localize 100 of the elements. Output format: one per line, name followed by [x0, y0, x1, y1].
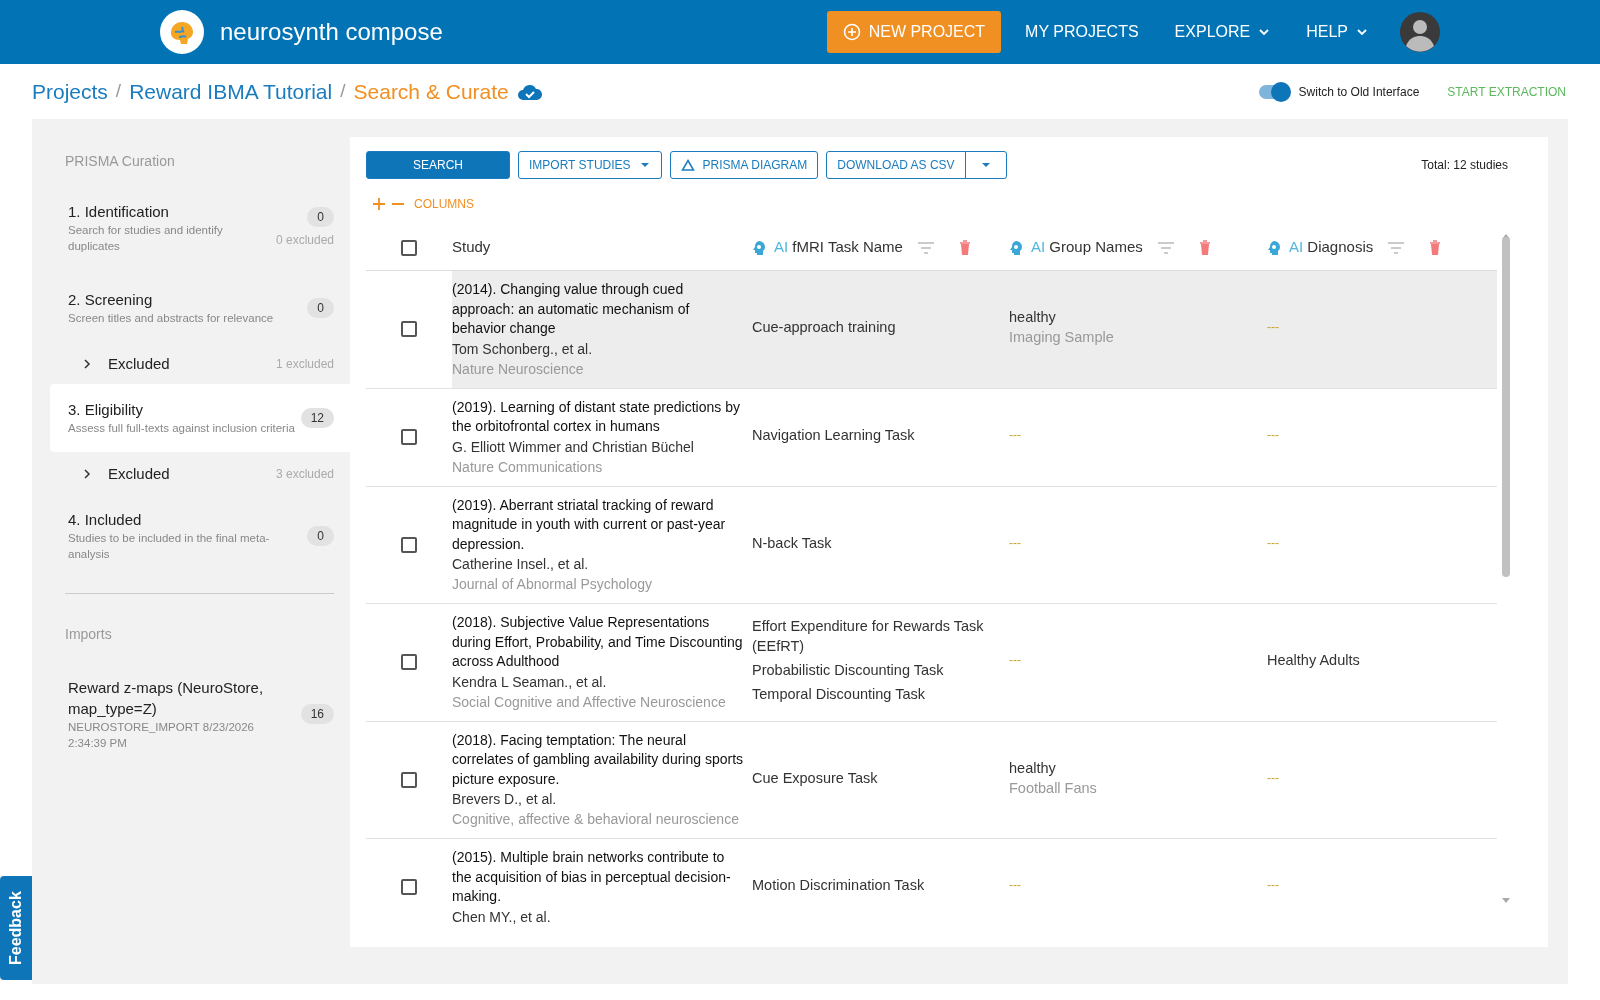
caret-icon [1356, 27, 1368, 37]
study-journal: Journal of Abnormal Psychology [452, 575, 653, 594]
prisma-step[interactable]: 2. Screening Screen titles and abstracts for relevance 0 [50, 274, 350, 342]
study-journal: Social Cognitive and Affective Neuroscience [452, 692, 727, 712]
study-authors: Catherine Insel., et al. [452, 555, 590, 574]
column-header[interactable]: AI Diagnosis [1289, 236, 1374, 259]
step-title: 1. Identification [68, 202, 170, 222]
plus-circle-icon [842, 23, 861, 41]
table-cell-text: Healthy Adults [1267, 651, 1361, 671]
study-journal: Cognitive, affective & behavioral neuroscience [452, 810, 740, 829]
section-title: Imports [64, 625, 113, 644]
step-description: Search for studies and identify duplicates [68, 223, 224, 254]
study-title[interactable]: (2019). Aberrant striatal tracking of reward magnitude in youth with current or past-year depression. [452, 495, 744, 554]
ai-head-icon [1009, 239, 1023, 256]
table-cell-text: Temporal Discounting Task [752, 685, 926, 705]
count-pill: 0 [307, 526, 334, 546]
row-checkbox[interactable] [401, 429, 417, 445]
download-csv-button[interactable]: DOWNLOAD AS CSV [826, 151, 966, 179]
row-checkbox[interactable] [401, 536, 417, 553]
empty-value: --- [1009, 534, 1022, 552]
empty-value: --- [1267, 769, 1280, 787]
row-checkbox[interactable] [401, 879, 417, 896]
section-title: PRISMA Curation [64, 152, 176, 171]
plus-minus-icon[interactable] [372, 197, 406, 211]
import-detail: NEUROSTORE_IMPORT 8/23/2026 2:34:39 PM [68, 720, 255, 751]
toolbar-button[interactable]: SEARCH [366, 151, 510, 179]
toolbar-button[interactable]: IMPORT STUDIES [518, 151, 662, 179]
nav-link[interactable]: MY PROJECTS [1011, 12, 1153, 52]
step-title: 3. Eligibility [68, 400, 145, 420]
row-checkbox[interactable] [401, 321, 417, 338]
brand-name: neurosynth compose [220, 17, 443, 47]
delete-icon[interactable] [1198, 240, 1211, 255]
empty-value: --- [1267, 534, 1280, 552]
chevron-icon [82, 359, 92, 369]
breadcrumb-separator: / [340, 79, 346, 104]
table-cell-text: Cue Exposure Task [752, 768, 879, 788]
toolbar-button[interactable]: PRISMA DIAGRAM [669, 151, 819, 179]
study-authors: G. Elliott Wimmer and Christian Büchel [452, 437, 695, 457]
toggle-switch[interactable] [1258, 84, 1289, 99]
delete-icon[interactable] [958, 240, 971, 255]
count-pill: 0 [307, 207, 334, 227]
dropdown-button[interactable] [964, 151, 1007, 179]
column-header[interactable]: Study [452, 236, 491, 259]
count-pill: 0 [307, 298, 334, 318]
prisma-step[interactable]: 3. Eligibility Assess full full-texts against inclusion criteria 12 [50, 384, 350, 452]
row-checkbox[interactable] [401, 654, 417, 671]
delete-icon[interactable] [1429, 240, 1442, 255]
cell-detail: Football Fans [1009, 778, 1098, 798]
triangle-icon [680, 159, 695, 171]
table-cell-text: Motion Discrimination Task [752, 876, 926, 896]
empty-value: --- [1267, 427, 1280, 444]
step-title: 2. Screening [68, 290, 154, 310]
empty-value: --- [1009, 652, 1022, 670]
excluded-count: 0 excluded [275, 232, 334, 249]
excluded-row[interactable]: Excluded 3 excluded [50, 456, 350, 492]
table-cell-text: Cue-approach training [752, 318, 897, 338]
empty-value: --- [1009, 427, 1022, 444]
brain-logo-icon [160, 10, 204, 54]
breadcrumb-link[interactable]: Projects [32, 75, 108, 108]
table-cell-text: healthy [1009, 758, 1057, 778]
import-item[interactable]: Reward z-maps (NeuroStore, map_type=Z) NEUROSTORE_IMPORT 8/23/2026 2:34:39 PM 16 [50, 661, 350, 767]
import-title: Reward z-maps (NeuroStore, map_type=Z) [68, 678, 265, 719]
prisma-step[interactable]: 1. Identification Search for studies and identify duplicates 0 0 excluded [50, 186, 350, 270]
column-header[interactable]: AI Group Names [1031, 236, 1143, 259]
excluded-row[interactable]: Excluded 1 excluded [50, 346, 350, 382]
empty-value: --- [1267, 877, 1280, 895]
avatar [1400, 12, 1440, 52]
scroll-down-arrow-icon[interactable] [1501, 897, 1511, 905]
prisma-step[interactable]: 4. Included Studies to be included in the final meta-analysis 0 [50, 494, 350, 578]
study-title[interactable]: (2014). Changing value through cued approach: an automatic mechanism of behavior change [452, 280, 744, 339]
study-authors: Chen MY., et al. [452, 907, 552, 927]
cell-detail: Imaging Sample [1009, 328, 1115, 348]
study-authors: Brevers D., et al. [452, 790, 558, 809]
count-pill: 16 [300, 704, 334, 724]
nav-dropdown[interactable]: EXPLORE [1160, 12, 1285, 52]
table-cell-text: healthy [1009, 308, 1057, 328]
step-description: Assess full full-texts against inclusion criteria [68, 421, 296, 436]
study-authors: Kendra L Seaman., et al. [452, 672, 608, 692]
select-all-checkbox[interactable] [401, 239, 417, 256]
study-title[interactable]: (2018). Subjective Value Representations during Effort, Probability, and Time Discounting across Adulthood [452, 613, 744, 672]
empty-value: --- [1267, 319, 1280, 337]
ai-head-icon [752, 239, 766, 256]
breadcrumb-separator: / [115, 79, 122, 104]
study-journal: Nature Communications [452, 457, 604, 477]
step-description: Screen titles and abstracts for relevance [68, 311, 275, 326]
table-row[interactable]: (2014). Changing value through cued approach: an automatic mechanism of behavior change Tom Schonberg., et al. Nature Neuroscience Cue-approach training healthy Imaging Sample --- [366, 271, 1497, 389]
feedback-tab[interactable]: Feedback [0, 876, 32, 980]
study-journal: Nature Neuroscience [452, 359, 585, 379]
breadcrumb-link[interactable]: Reward IBMA Tutorial [129, 75, 333, 108]
chevron-icon [82, 469, 92, 479]
study-title[interactable]: (2015). Multiple brain networks contribute to the acquisition of bias in perceptual decision-making. [452, 848, 744, 907]
study-title[interactable]: (2018). Facing temptation: The neural correlates of gambling availability during sports picture exposure. [452, 730, 744, 789]
empty-value: --- [1009, 877, 1022, 895]
nav-dropdown[interactable]: HELP [1292, 12, 1382, 52]
row-checkbox[interactable] [401, 771, 417, 788]
study-title[interactable]: (2019). Learning of distant state predictions by the orbitofrontal cortex in humans [452, 397, 744, 437]
column-header[interactable]: AI fMRI Task Name [774, 236, 903, 259]
total-count: Total: 12 studies [1421, 157, 1508, 174]
toggle-label: Switch to Old Interface [1298, 83, 1420, 101]
count-pill: 12 [300, 408, 334, 428]
